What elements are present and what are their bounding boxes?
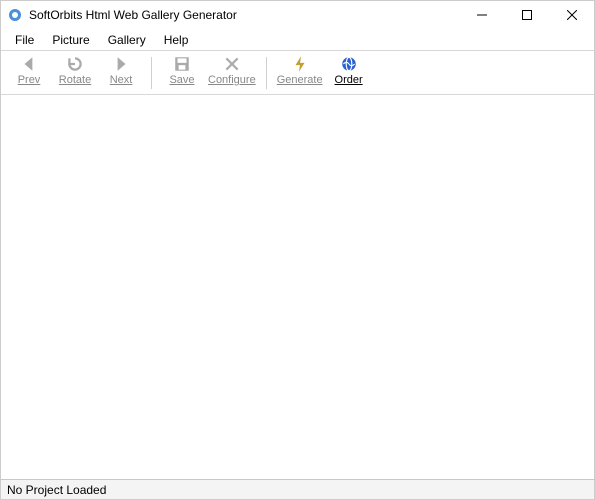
minimize-button[interactable] [459, 1, 504, 29]
menubar: File Picture Gallery Help [1, 29, 594, 51]
order-label: Order [335, 74, 363, 86]
next-label: Next [110, 74, 133, 86]
window-title: SoftOrbits Html Web Gallery Generator [29, 8, 459, 22]
menu-file[interactable]: File [7, 31, 42, 49]
generate-icon [291, 55, 309, 73]
rotate-icon [66, 55, 84, 73]
next-button[interactable]: Next [101, 55, 141, 86]
close-button[interactable] [549, 1, 594, 29]
menu-picture[interactable]: Picture [44, 31, 97, 49]
save-label: Save [169, 74, 194, 86]
maximize-button[interactable] [504, 1, 549, 29]
order-icon [340, 55, 358, 73]
configure-label: Configure [208, 74, 256, 86]
generate-button[interactable]: Generate [277, 55, 323, 86]
save-icon [173, 55, 191, 73]
statusbar: No Project Loaded [1, 479, 594, 499]
rotate-label: Rotate [59, 74, 91, 86]
prev-icon [20, 55, 38, 73]
rotate-button[interactable]: Rotate [55, 55, 95, 86]
content-area [1, 95, 594, 479]
prev-label: Prev [18, 74, 41, 86]
order-button[interactable]: Order [329, 55, 369, 86]
status-text: No Project Loaded [7, 483, 106, 497]
save-button[interactable]: Save [162, 55, 202, 86]
titlebar: SoftOrbits Html Web Gallery Generator [1, 1, 594, 29]
generate-label: Generate [277, 74, 323, 86]
toolbar-separator [266, 57, 267, 89]
prev-button[interactable]: Prev [9, 55, 49, 86]
menu-gallery[interactable]: Gallery [100, 31, 154, 49]
toolbar-separator [151, 57, 152, 89]
configure-button[interactable]: Configure [208, 55, 256, 86]
menu-help[interactable]: Help [156, 31, 197, 49]
window-controls [459, 1, 594, 29]
configure-icon [223, 55, 241, 73]
toolbar: Prev Rotate Next Save Configure Generate [1, 51, 594, 95]
app-icon [7, 7, 23, 23]
next-icon [112, 55, 130, 73]
